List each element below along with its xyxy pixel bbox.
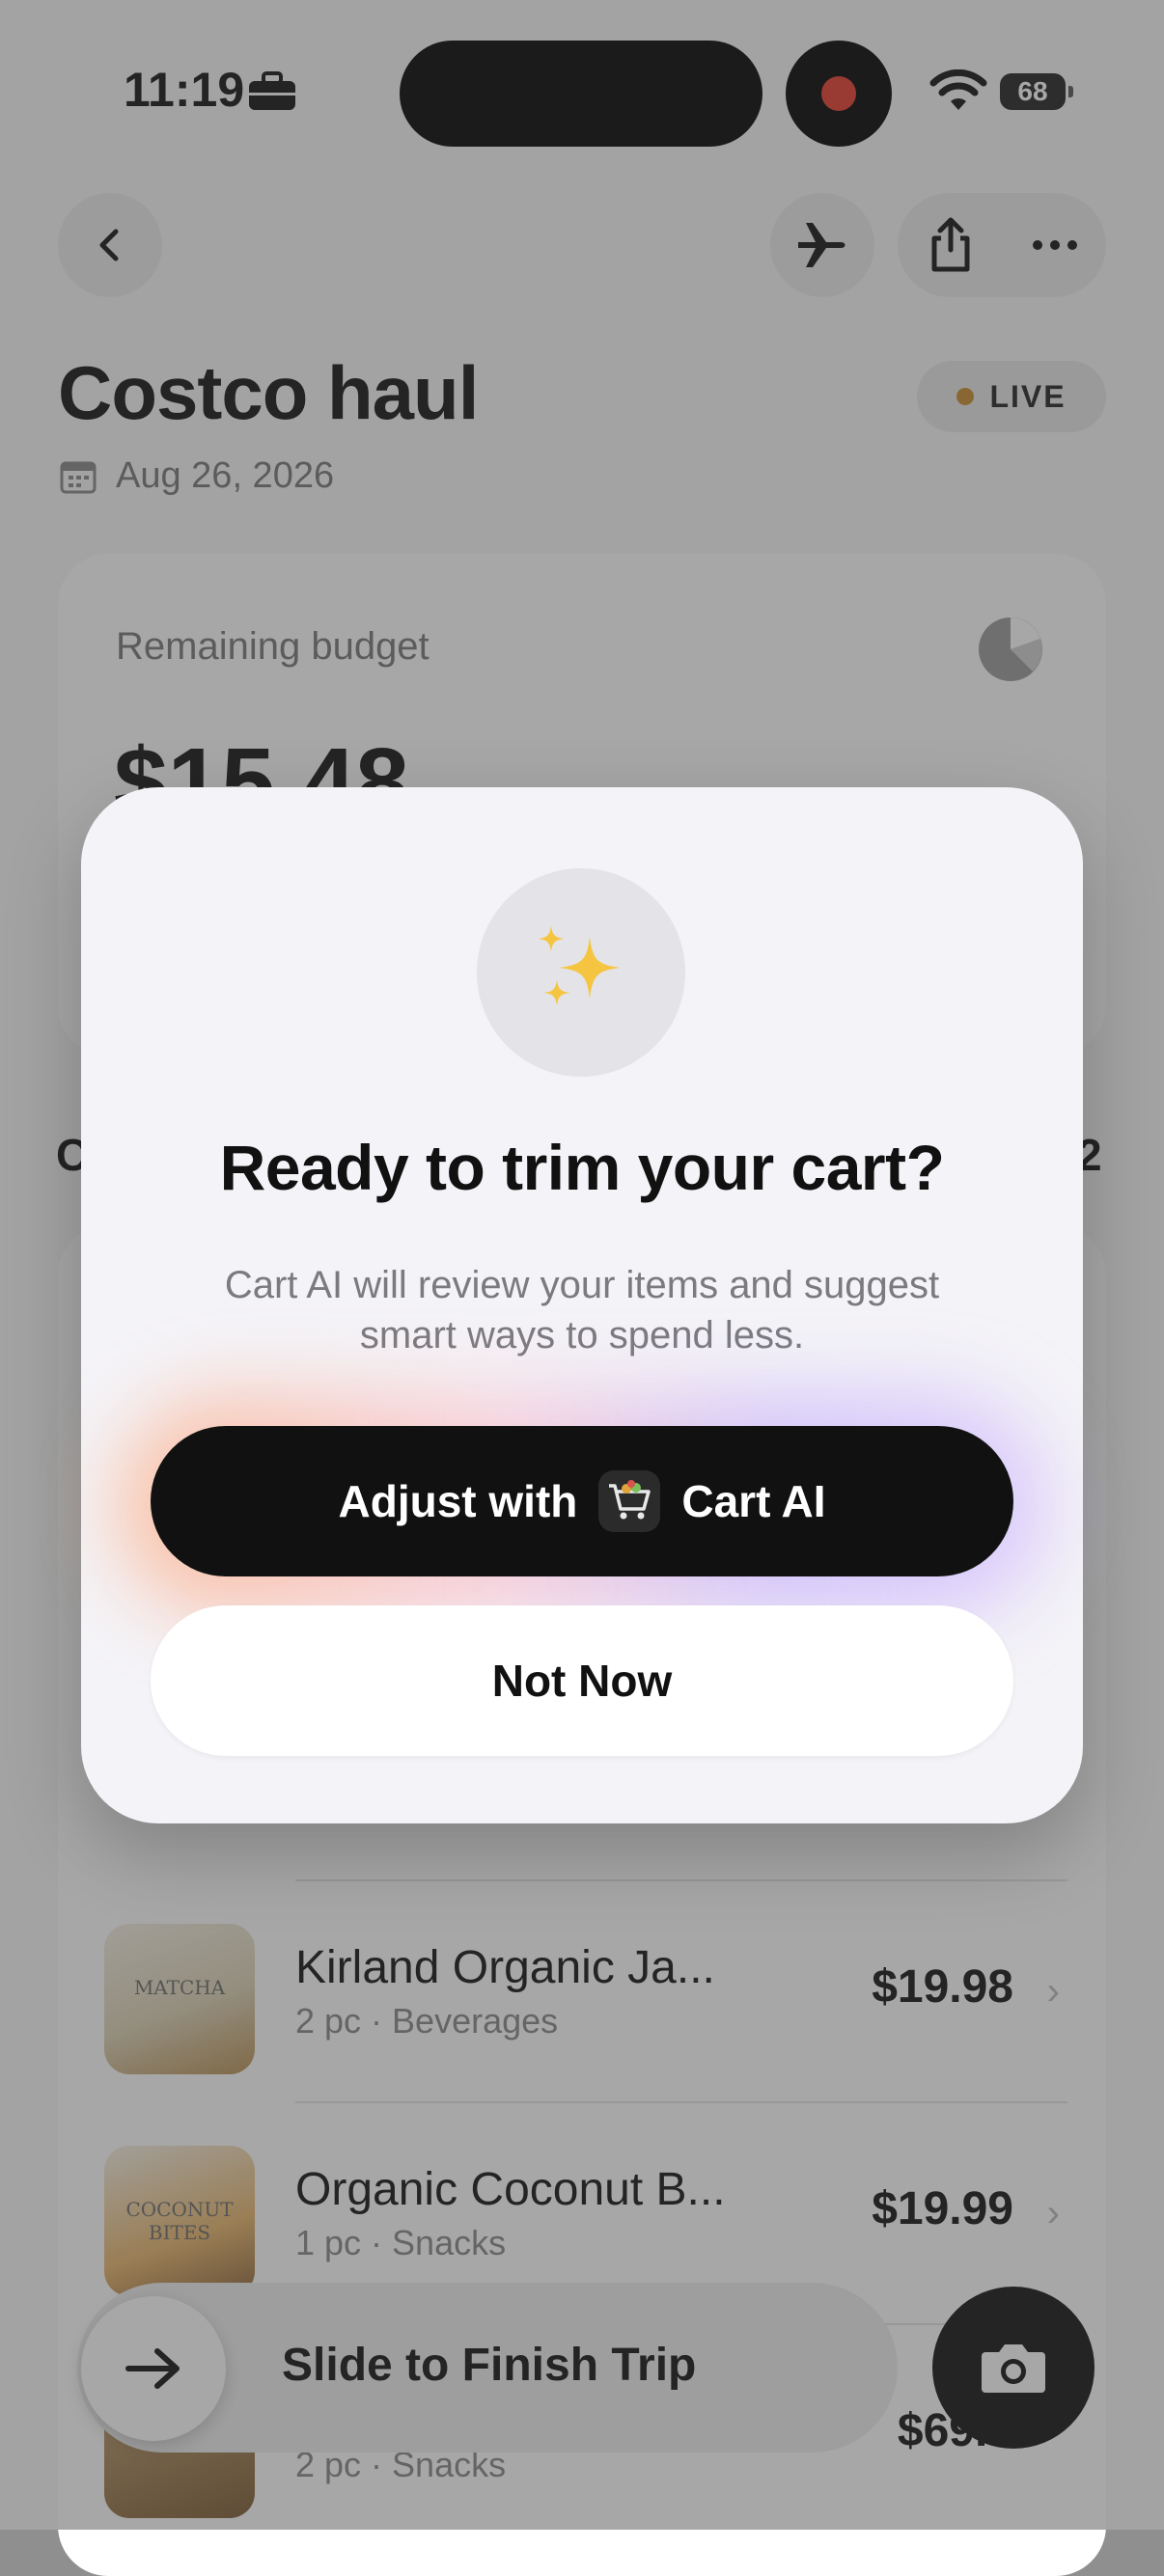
- primary-button-suffix: Cart AI: [681, 1476, 826, 1526]
- primary-button-prefix: Adjust with: [338, 1476, 578, 1526]
- dialog-title: Ready to trim your cart?: [219, 1132, 945, 1203]
- adjust-with-cart-ai-button[interactable]: Adjust with Cart AI: [151, 1426, 1013, 1576]
- sparkle-badge: [477, 868, 685, 1077]
- cart-ai-dialog: Ready to trim your cart? Cart AI will re…: [81, 787, 1083, 1823]
- not-now-button[interactable]: Not Now: [151, 1605, 1013, 1756]
- dialog-body: Cart AI will review your items and sugge…: [224, 1264, 940, 1357]
- cart-ai-icon: [598, 1470, 661, 1532]
- sparkles-icon: [538, 925, 621, 1006]
